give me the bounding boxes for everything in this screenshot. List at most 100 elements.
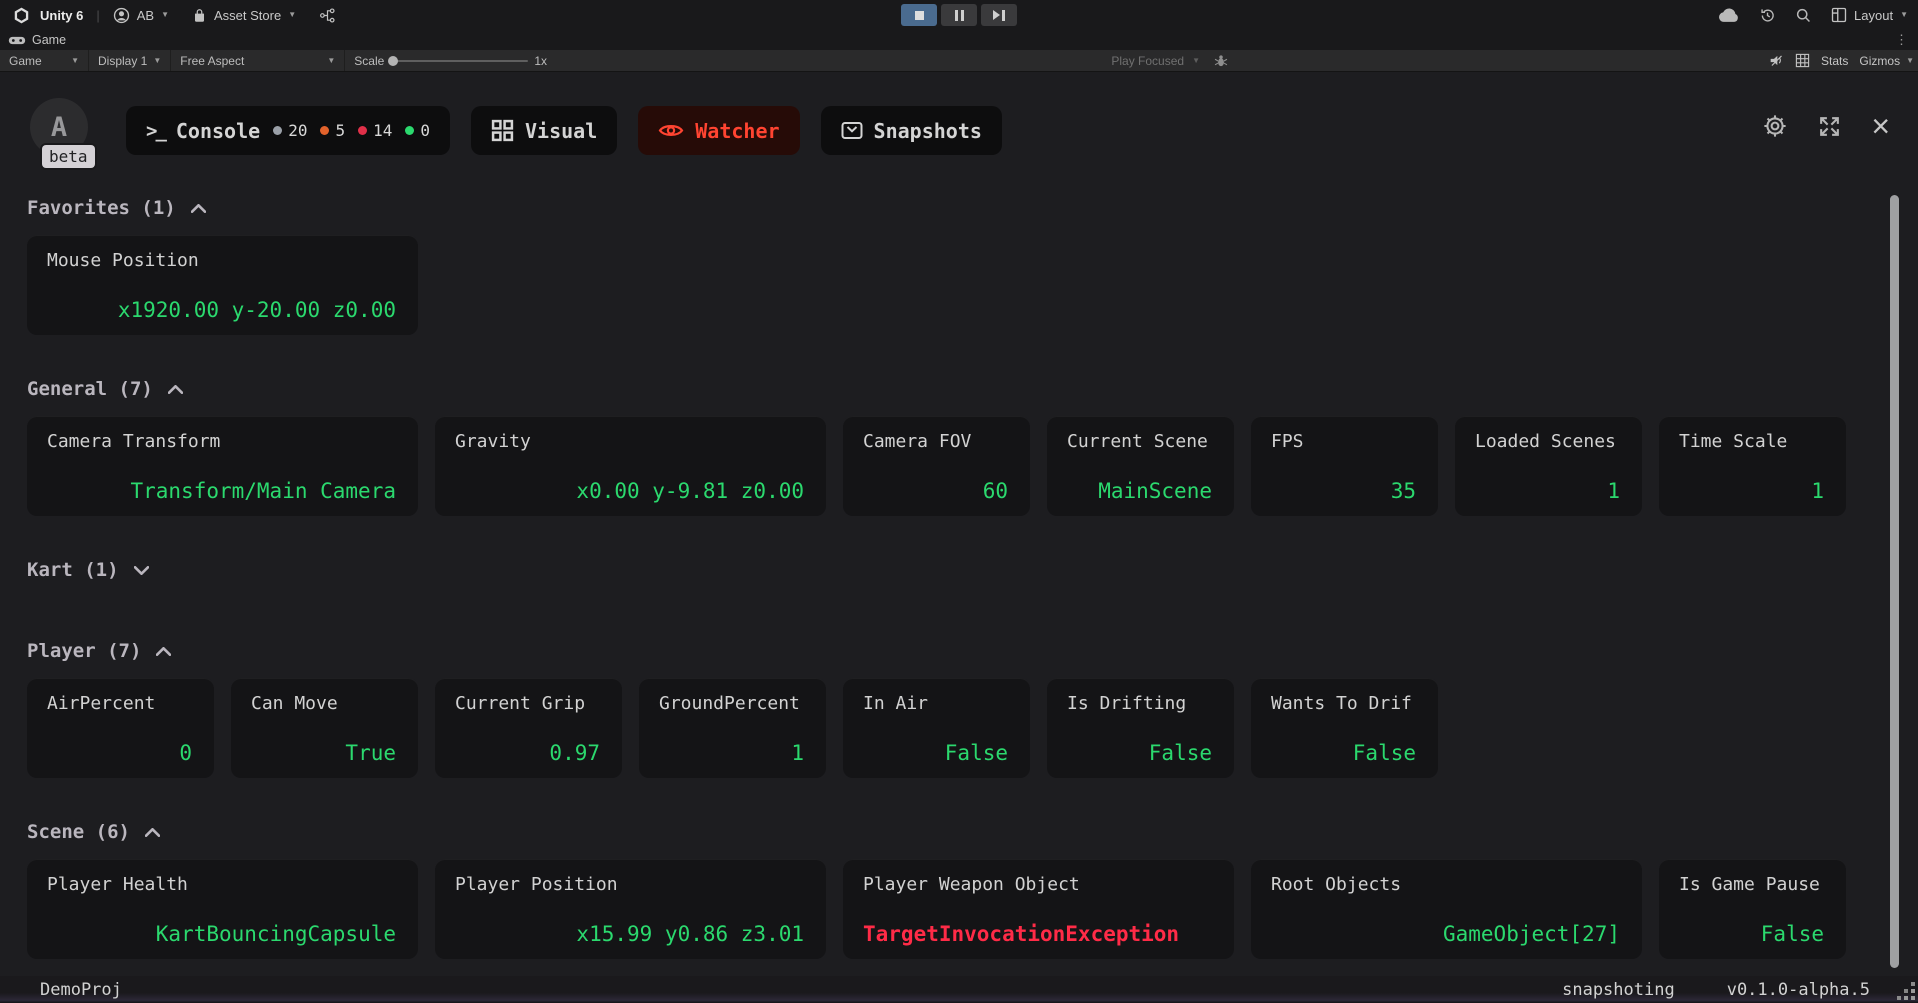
card-value: MainScene <box>1098 479 1212 503</box>
section-header[interactable]: Player (7) <box>27 639 1846 663</box>
gizmos-dropdown[interactable]: Gizmos ▼ <box>1859 54 1914 68</box>
account-label: AB <box>137 8 154 23</box>
display-target-dropdown[interactable]: Display 1 ▼ <box>89 50 171 71</box>
watch-card[interactable]: Camera FOV60 <box>843 416 1030 516</box>
tab-snapshots[interactable]: Snapshots <box>821 106 1002 155</box>
dropdown-caret-icon: ▼ <box>288 11 296 19</box>
game-view-toolbar: Game ▼ Display 1 ▼ Free Aspect ▼ Scale 1… <box>0 50 1918 72</box>
history-button[interactable] <box>1759 7 1776 24</box>
account-menu[interactable]: AB ▼ <box>113 7 169 24</box>
watch-section: Kart (1) <box>27 558 1846 597</box>
status-bar: DemoProj snapshoting v0.1.0-alpha.5 <box>0 976 1918 1003</box>
expand-fullscreen-icon[interactable] <box>1817 114 1842 139</box>
settings-gear-icon[interactable] <box>1762 113 1788 139</box>
tab-watcher[interactable]: Watcher <box>638 106 799 155</box>
card-label: Wants To Drif <box>1271 693 1412 714</box>
close-icon[interactable]: × <box>1871 112 1890 140</box>
project-name: DemoProj <box>40 980 122 1000</box>
search-button[interactable] <box>1795 7 1812 24</box>
resize-grip[interactable] <box>1911 996 1915 1000</box>
layout-menu[interactable]: Layout ▼ <box>1831 7 1908 23</box>
section-title: Favorites (1) <box>27 197 176 219</box>
step-button[interactable] <box>981 4 1017 26</box>
watch-sections: Favorites (1) Mouse Positionx1920.00 y-20… <box>27 196 1846 976</box>
pause-button[interactable] <box>941 4 977 26</box>
card-value: 0 <box>179 741 192 765</box>
mode-label: snapshoting <box>1562 980 1675 1000</box>
watch-card[interactable]: Loaded Scenes1 <box>1455 416 1642 516</box>
card-label: Mouse Position <box>47 250 199 271</box>
scale-value: 1x <box>534 54 547 68</box>
card-label: Time Scale <box>1679 431 1787 452</box>
card-value: KartBouncingCapsule <box>156 922 396 946</box>
count-badge: 5 <box>320 121 345 140</box>
panel-tab-bar: Game ⋮ <box>0 30 1918 50</box>
watch-card[interactable]: AirPercent0 <box>27 678 214 778</box>
asset-store-menu[interactable]: Asset Store ▼ <box>192 7 296 24</box>
section-header[interactable]: Kart (1) <box>27 558 1846 582</box>
card-label: Player Position <box>455 874 618 895</box>
cloud-button[interactable] <box>1718 8 1740 23</box>
watch-card[interactable]: Gravityx0.00 y-9.81 z0.00 <box>435 416 826 516</box>
section-header[interactable]: General (7) <box>27 377 1846 401</box>
card-value: False <box>1761 922 1824 946</box>
watch-card[interactable]: GroundPercent1 <box>639 678 826 778</box>
watch-card[interactable]: Player HealthKartBouncingCapsule <box>27 859 418 959</box>
unity-titlebar: Unity 6 | AB ▼ Asset Store ▼ <box>0 0 1918 30</box>
aspect-ratio-dropdown[interactable]: Free Aspect ▼ <box>171 50 345 71</box>
watch-card[interactable]: Time Scale1 <box>1659 416 1846 516</box>
tab-game[interactable]: Game <box>32 33 66 47</box>
section-header[interactable]: Favorites (1) <box>27 196 1846 220</box>
watch-card[interactable]: FPS35 <box>1251 416 1438 516</box>
section-title: General (7) <box>27 378 153 400</box>
card-value: False <box>1149 741 1212 765</box>
watch-card[interactable]: Camera TransformTransform/Main Camera <box>27 416 418 516</box>
stats-toggle[interactable]: Stats <box>1821 54 1848 68</box>
more-options-icon[interactable]: ⋮ <box>1895 32 1910 48</box>
watch-card[interactable]: Player Positionx15.99 y0.86 z3.01 <box>435 859 826 959</box>
dropdown-caret-icon: ▼ <box>71 57 79 65</box>
gamepad-icon <box>8 35 26 46</box>
dropdown-caret-icon: ▼ <box>161 11 169 19</box>
card-label: GroundPercent <box>659 693 800 714</box>
tab-visual[interactable]: Visual <box>471 106 617 155</box>
card-label: Current Scene <box>1067 431 1208 452</box>
shopping-bag-icon <box>192 7 207 24</box>
watch-card[interactable]: Wants To DrifFalse <box>1251 678 1438 778</box>
watch-card[interactable]: Root ObjectsGameObject[27] <box>1251 859 1642 959</box>
scale-control: Scale 1x <box>345 50 556 71</box>
watch-card[interactable]: Is Game PauseFalse <box>1659 859 1846 959</box>
stop-icon <box>915 11 924 20</box>
version-control-button[interactable] <box>319 7 336 24</box>
watch-card[interactable]: Is Drifting False <box>1047 678 1234 778</box>
card-value: 35 <box>1391 479 1416 503</box>
watch-card[interactable]: Can MoveTrue <box>231 678 418 778</box>
dropdown-caret-icon: ▼ <box>153 57 161 65</box>
play-focused-dropdown[interactable]: Play Focused ▼ <box>1111 50 1228 71</box>
card-label: Is Drifting <box>1067 693 1186 714</box>
tab-console[interactable]: >_Console205140 <box>126 106 450 155</box>
watch-card[interactable]: Current Grip0.97 <box>435 678 622 778</box>
scrollbar-thumb[interactable] <box>1890 195 1899 968</box>
watch-card[interactable]: Current Scene MainScene <box>1047 416 1234 516</box>
slider-thumb-icon[interactable] <box>388 56 398 66</box>
card-value: 60 <box>983 479 1008 503</box>
card-label: Player Weapon Object <box>863 874 1080 895</box>
stop-button[interactable] <box>901 4 937 26</box>
mute-audio-icon[interactable] <box>1769 53 1784 68</box>
scale-slider[interactable] <box>390 60 528 62</box>
watch-section: Player (7) AirPercent0Can MoveTrueCurrent… <box>27 639 1846 778</box>
bug-icon[interactable] <box>1214 54 1228 68</box>
app-title: Unity 6 <box>40 8 83 23</box>
tab-label: Watcher <box>695 119 779 143</box>
play-controls <box>901 4 1017 26</box>
display-mode-dropdown[interactable]: Game ▼ <box>0 50 89 71</box>
watch-card[interactable]: Mouse Positionx1920.00 y-20.00 z0.00 <box>27 235 418 335</box>
grid-icon[interactable] <box>1795 53 1810 68</box>
chevron-down-icon <box>134 566 149 575</box>
unity-logo-icon <box>12 6 31 25</box>
watch-card[interactable]: In AirFalse <box>843 678 1030 778</box>
section-header[interactable]: Scene (6) <box>27 820 1846 844</box>
watch-card[interactable]: Player Weapon ObjectTargetInvocationExce… <box>843 859 1234 959</box>
eye-icon <box>658 122 684 139</box>
